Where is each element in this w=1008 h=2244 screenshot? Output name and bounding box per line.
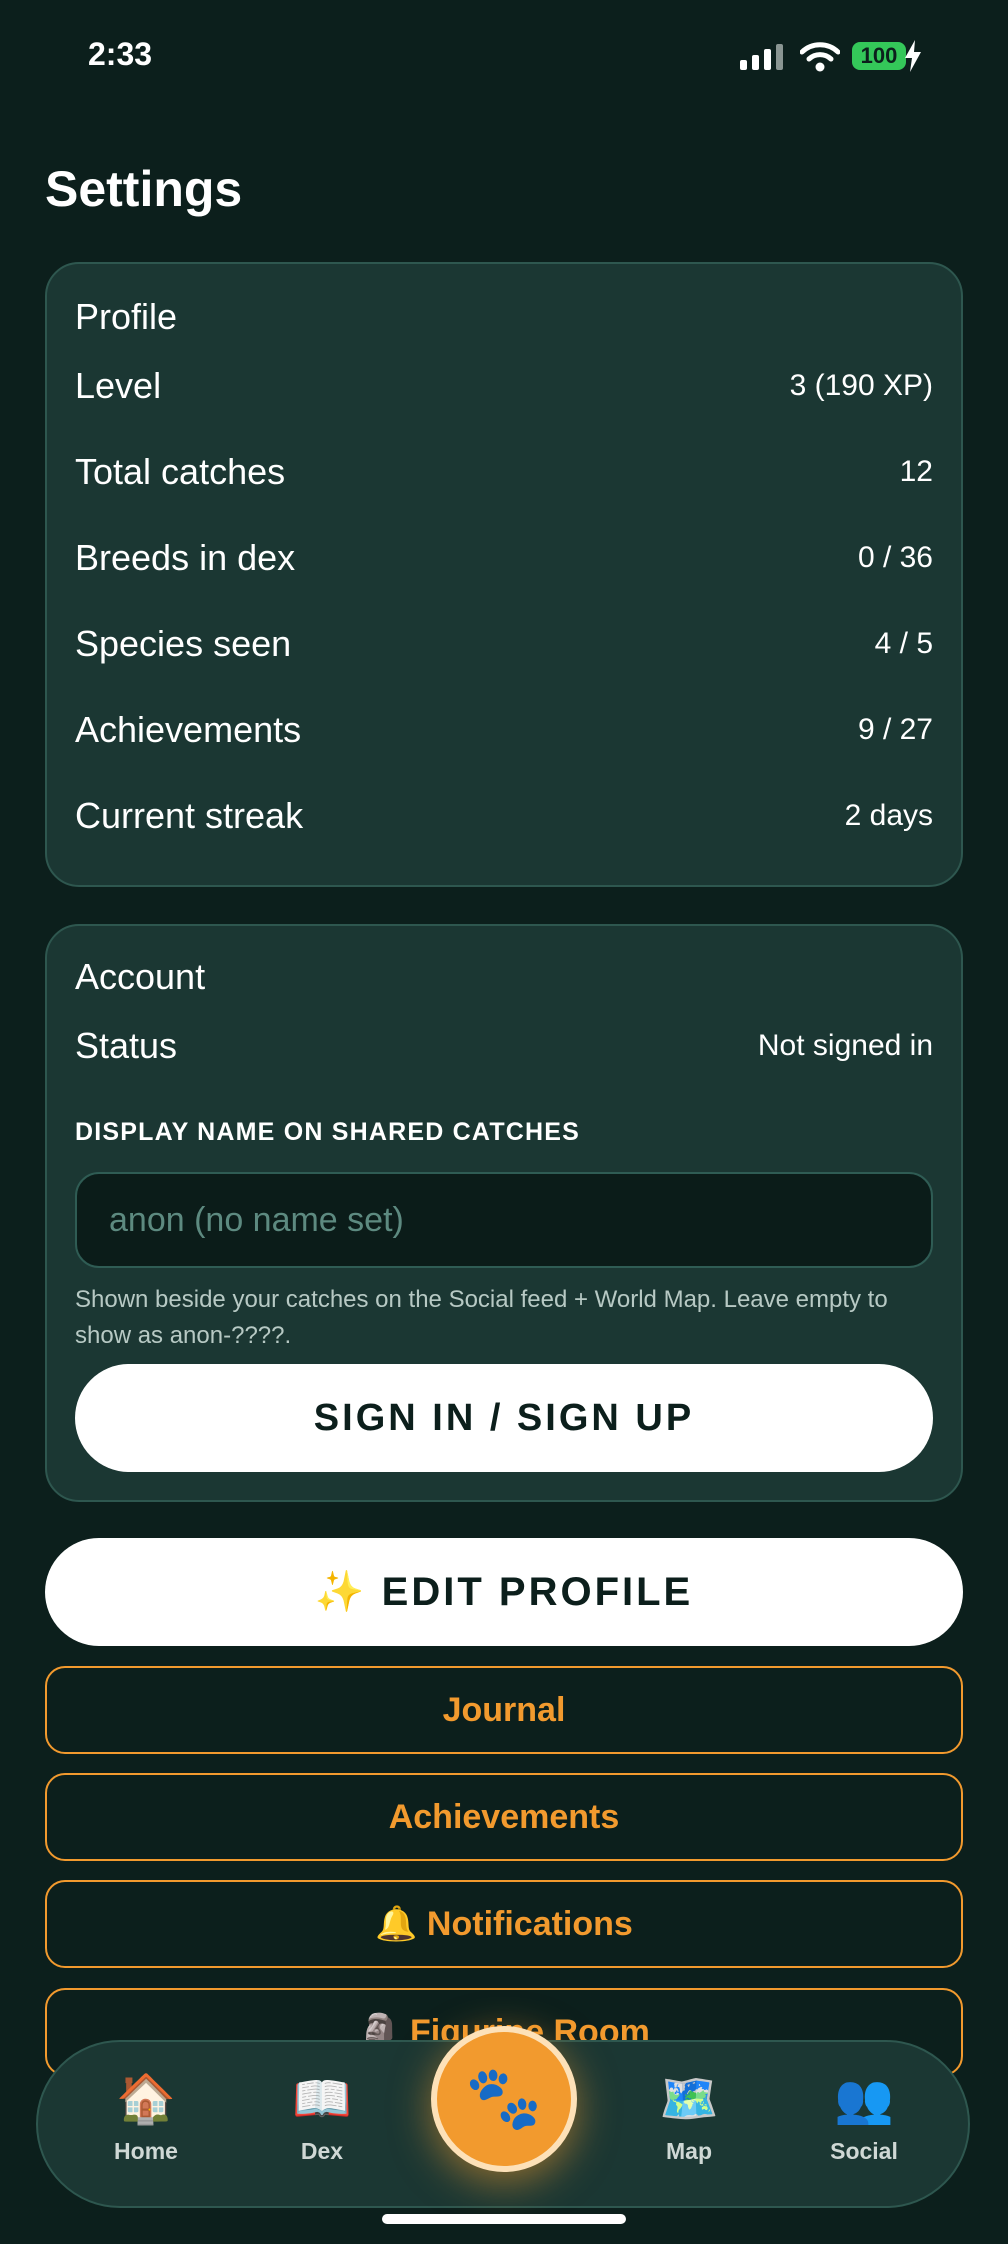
stat-value: 9 / 27 [857,713,933,746]
tab-dex[interactable]: 📖 Dex [252,2070,392,2165]
account-card: Account Status Not signed in DISPLAY NAM… [45,924,963,1502]
cellular-signal-icon [740,44,783,70]
book-icon: 📖 [292,2073,352,2126]
stat-value: 3 (190 XP) [789,369,933,402]
stat-row-breeds-in-dex: Breeds in dex 0 / 36 [75,528,933,588]
stat-row-species-seen: Species seen 4 / 5 [75,614,933,674]
tab-dex-label: Dex [300,2138,344,2164]
charging-bolt-icon [905,40,921,72]
stat-label: Current streak [75,795,304,836]
account-card-title: Account [75,956,206,997]
page-title: Settings [45,161,243,217]
people-icon: 👥 [834,2073,894,2126]
journal-button[interactable]: Journal [45,1666,963,1754]
edit-profile-button[interactable]: ✨ EDIT PROFILE [45,1538,963,1646]
stat-label: Level [75,365,162,406]
status-label: Status [75,1025,178,1066]
stat-row-total-catches: Total catches 12 [75,442,933,502]
tab-home[interactable]: 🏠 Home [76,2070,216,2165]
catch-button[interactable]: 🐾 [431,2026,577,2172]
stat-label: Total catches [75,451,286,492]
stat-value: 4 / 5 [874,627,933,660]
stat-value: 2 days [844,799,933,832]
status-time: 2:33 [88,36,153,72]
paw-icon: 🐾 [465,2064,543,2133]
profile-card: Profile Level 3 (190 XP) Total catches 1… [45,262,963,887]
stat-label: Achievements [75,709,302,750]
tab-home-label: Home [114,2138,178,2164]
battery-icon: 100 [852,42,906,70]
wifi-icon [800,42,840,72]
stat-row-current-streak: Current streak 2 days [75,786,933,846]
stat-row-level: Level 3 (190 XP) [75,356,933,416]
tab-map-label: Map [666,2138,712,2164]
notifications-button[interactable]: 🔔 Notifications [45,1880,963,1968]
stat-value: 0 / 36 [857,541,933,574]
stat-label: Breeds in dex [75,537,296,578]
stat-label: Species seen [75,623,292,664]
account-status-row: Status Not signed in [75,1016,933,1076]
tab-map[interactable]: 🗺️ Map [619,2070,759,2165]
status-value: Not signed in [757,1029,933,1062]
home-indicator [382,2214,626,2224]
profile-card-title: Profile [75,296,178,337]
stat-row-achievements: Achievements 9 / 27 [75,700,933,760]
achievements-button[interactable]: Achievements [45,1773,963,1861]
tab-social[interactable]: 👥 Social [794,2070,934,2165]
map-icon: 🗺️ [659,2073,719,2126]
home-icon: 🏠 [116,2073,176,2126]
tab-social-label: Social [830,2138,898,2164]
display-name-label: DISPLAY NAME ON SHARED CATCHES [75,1118,581,1146]
status-bar: 2:33 100 [0,0,1008,110]
sign-in-sign-up-button[interactable]: SIGN IN / SIGN UP [75,1364,933,1472]
display-name-helper-text: Shown beside your catches on the Social … [75,1286,888,1349]
stat-value: 12 [899,455,933,488]
display-name-input[interactable] [75,1172,933,1268]
